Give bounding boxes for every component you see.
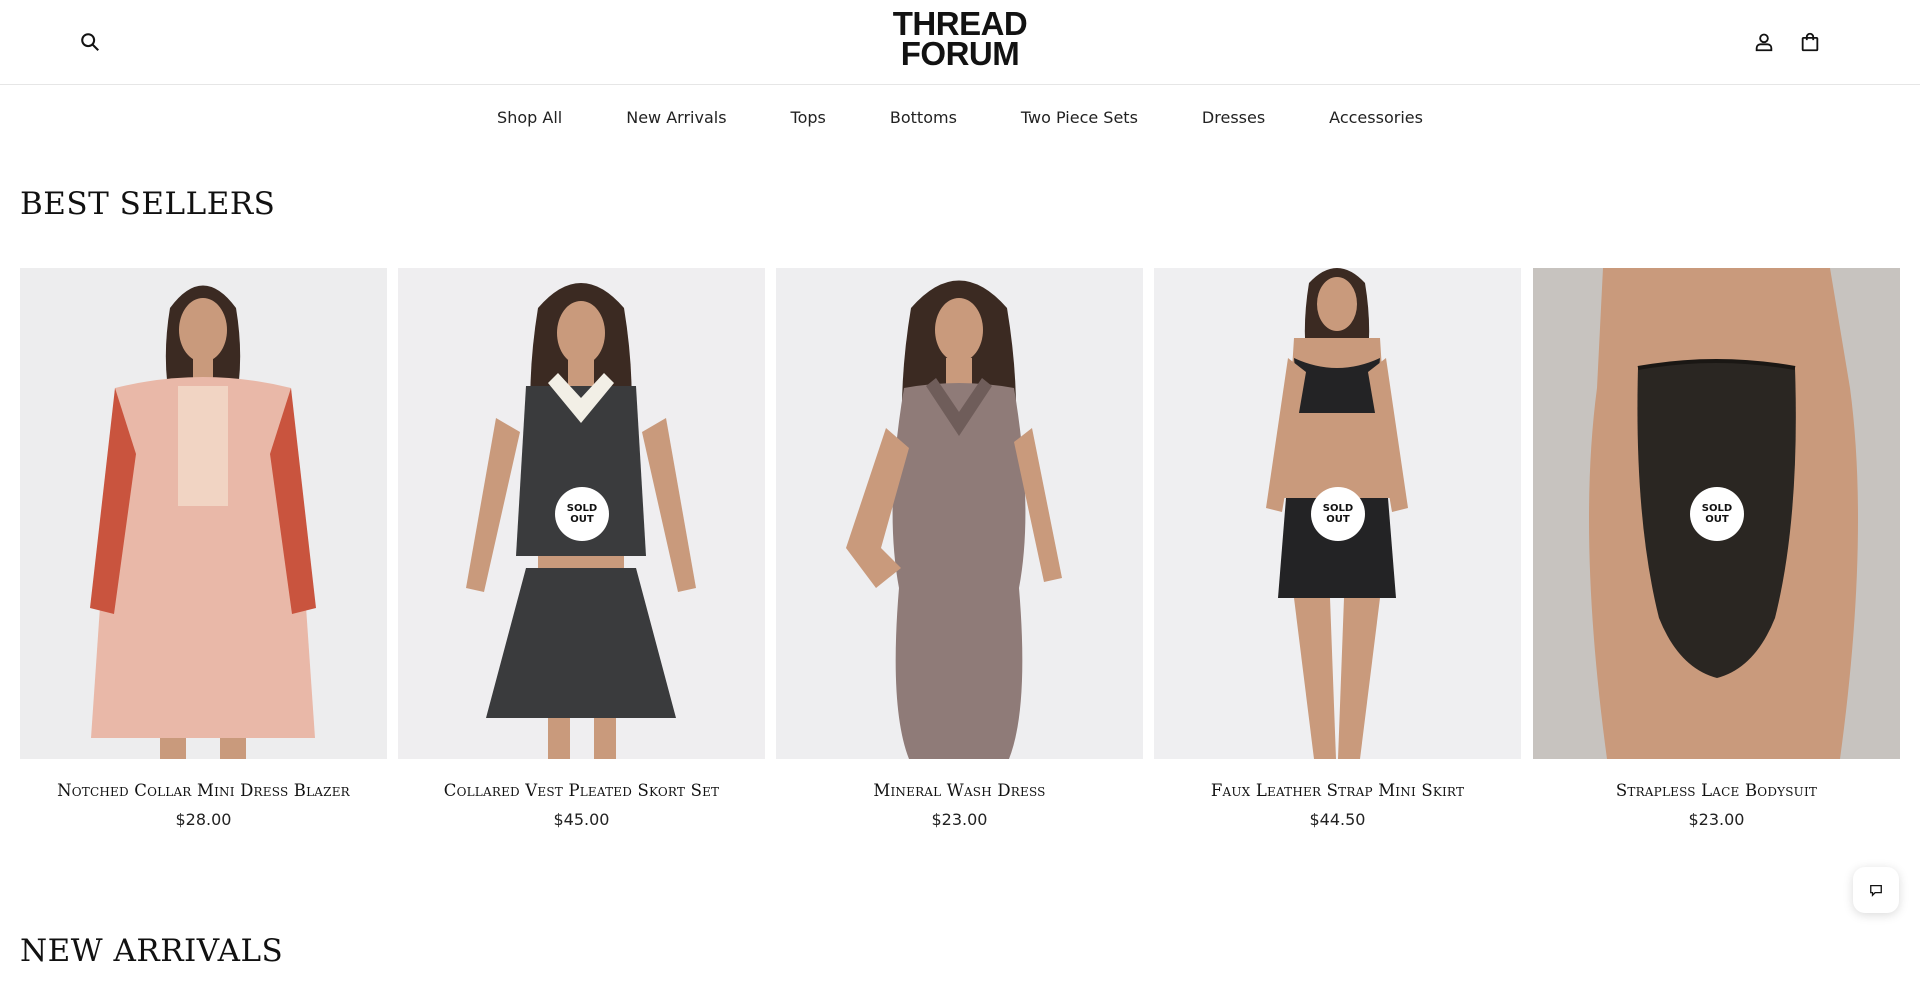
product-price: $44.50 — [1309, 810, 1366, 829]
search-icon — [81, 33, 99, 51]
product-price: $45.00 — [553, 810, 610, 829]
sold-out-badge: SOLD OUT — [1311, 487, 1365, 541]
product-price: $23.00 — [1688, 810, 1745, 829]
search-button[interactable] — [72, 24, 108, 60]
product-name[interactable]: Faux Leather Strap Mini Skirt — [1154, 781, 1521, 800]
account-icon — [1755, 33, 1773, 52]
nav-shop-all[interactable]: Shop All — [497, 108, 562, 127]
chat-bubble-icon — [1870, 884, 1882, 897]
site-header: THREAD FORUM — [0, 0, 1920, 85]
product-name[interactable]: Mineral Wash Dress — [776, 781, 1143, 800]
product-image[interactable]: SOLD OUT — [398, 268, 765, 759]
account-button[interactable] — [1746, 24, 1782, 60]
cart-button[interactable] — [1792, 24, 1828, 60]
product-name[interactable]: Collared Vest Pleated Skort Set — [398, 781, 765, 800]
shopping-bag-icon — [1801, 32, 1819, 52]
product-image[interactable]: SOLD OUT — [1154, 268, 1521, 759]
chat-button[interactable] — [1853, 867, 1899, 913]
product-image[interactable] — [20, 268, 387, 759]
nav-bottoms[interactable]: Bottoms — [890, 108, 957, 127]
nav-two-piece-sets[interactable]: Two Piece Sets — [1021, 108, 1138, 127]
site-logo[interactable]: THREAD FORUM — [880, 7, 1040, 75]
product-card[interactable]: Notched Collar Mini Dress Blazer $28.00 — [20, 268, 387, 838]
badge-line-2: OUT — [570, 514, 594, 525]
best-sellers-heading: BEST SELLERS — [20, 186, 276, 222]
product-photo — [20, 268, 387, 759]
nav-tops[interactable]: Tops — [791, 108, 826, 127]
sold-out-badge: SOLD OUT — [1690, 487, 1744, 541]
main-navigation: Shop All New Arrivals Tops Bottoms Two P… — [0, 86, 1920, 148]
badge-line-2: OUT — [1705, 514, 1729, 525]
product-card[interactable]: SOLD OUT Strapless Lace Bodysuit $23.00 — [1533, 268, 1900, 838]
product-card[interactable]: SOLD OUT Collared Vest Pleated Skort Set… — [398, 268, 765, 838]
nav-accessories[interactable]: Accessories — [1329, 108, 1423, 127]
product-image[interactable]: SOLD OUT — [1533, 268, 1900, 759]
logo-line-2: FORUM — [900, 35, 1020, 72]
product-price: $28.00 — [175, 810, 232, 829]
nav-new-arrivals[interactable]: New Arrivals — [626, 108, 726, 127]
product-image[interactable] — [776, 268, 1143, 759]
nav-dresses[interactable]: Dresses — [1202, 108, 1265, 127]
badge-line-1: SOLD — [1701, 503, 1733, 514]
product-price: $23.00 — [931, 810, 988, 829]
badge-line-1: SOLD — [566, 503, 598, 514]
product-name[interactable]: Strapless Lace Bodysuit — [1533, 781, 1900, 800]
product-card[interactable]: Mineral Wash Dress $23.00 — [776, 268, 1143, 838]
product-card[interactable]: SOLD OUT Faux Leather Strap Mini Skirt $… — [1154, 268, 1521, 838]
new-arrivals-heading: NEW ARRIVALS — [20, 933, 284, 969]
product-photo — [776, 268, 1143, 759]
product-name[interactable]: Notched Collar Mini Dress Blazer — [20, 781, 387, 800]
sold-out-badge: SOLD OUT — [555, 487, 609, 541]
best-sellers-grid: Notched Collar Mini Dress Blazer $28.00 … — [20, 268, 1900, 838]
badge-line-2: OUT — [1326, 514, 1350, 525]
badge-line-1: SOLD — [1322, 503, 1354, 514]
